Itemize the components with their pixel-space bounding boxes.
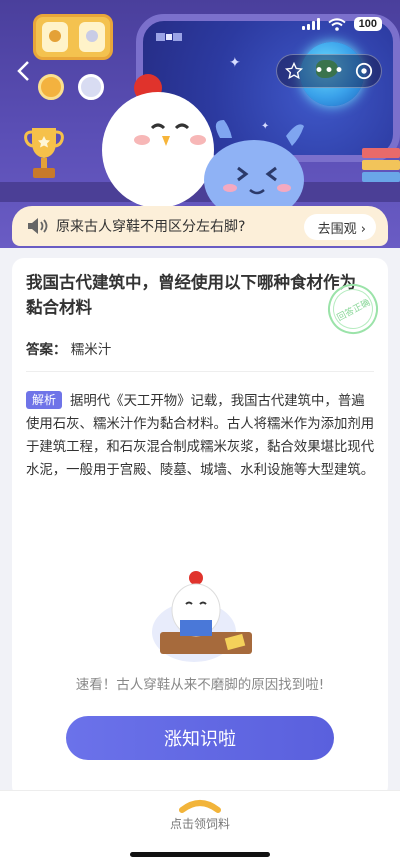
- wifi-icon: [328, 17, 346, 31]
- divider: [26, 371, 374, 372]
- trophy-icon: [24, 128, 64, 178]
- learn-more-button[interactable]: 涨知识啦: [66, 716, 334, 760]
- question-text: 我国古代建筑中，曾经使用以下哪种食材作为黏合材料: [26, 273, 356, 317]
- back-button[interactable]: [16, 60, 36, 84]
- explanation-block: 解析 据明代《天工开物》记载，我国古代建筑中，普遍使用石灰、糯米汁作为黏合材料。古…: [26, 390, 376, 482]
- star-outline-icon: [285, 62, 304, 80]
- bronze-medal-icon: [38, 74, 64, 100]
- speaker-icon: [28, 218, 48, 234]
- books-illustration: [362, 148, 400, 184]
- more-dots-icon: •••: [313, 61, 345, 81]
- claim-feed-label[interactable]: 点击领饲料: [0, 815, 400, 832]
- answer-value: 糯米汁: [70, 342, 112, 358]
- blue-monster-mascot-illustration: [204, 120, 304, 218]
- notice-bar[interactable]: 原来古人穿鞋不用区分左右脚? 去围观 ›: [12, 206, 388, 246]
- feed-bowl-icon: [179, 800, 221, 813]
- home-indicator: [130, 852, 270, 857]
- cellular-signal-icon: [301, 18, 320, 30]
- favorite-star-button[interactable]: [277, 54, 312, 88]
- status-bar: 100: [0, 0, 400, 48]
- tip-text[interactable]: 速看！古人穿鞋从来不磨脚的原因找到啦!: [12, 673, 388, 693]
- answer-row: 答案： 糯米汁: [26, 338, 111, 358]
- mini-program-capsule: •••: [276, 54, 382, 88]
- answer-label: 答案：: [26, 342, 67, 358]
- go-watch-button[interactable]: 去围观 ›: [303, 214, 376, 240]
- chevron-left-icon: [17, 61, 29, 81]
- target-circle-icon: [355, 62, 372, 80]
- more-options-button[interactable]: •••: [312, 54, 347, 88]
- explanation-text: 据明代《天工开物》记载，我国古代建筑中，普遍使用石灰、糯米汁作为黏合材料。古人将…: [26, 394, 375, 478]
- answer-card: 我国古代建筑中，曾经使用以下哪种食材作为黏合材料 回答正确 答案： 糯米汁 解析…: [12, 258, 388, 798]
- reading-hen-illustration: [152, 571, 252, 662]
- close-mini-program-button[interactable]: [346, 54, 381, 88]
- explanation-tag: 解析: [26, 391, 63, 409]
- star-sparkle-icon: ✦: [229, 55, 241, 71]
- notice-text: 原来古人穿鞋不用区分左右脚?: [56, 219, 246, 235]
- battery-indicator: 100: [353, 17, 382, 31]
